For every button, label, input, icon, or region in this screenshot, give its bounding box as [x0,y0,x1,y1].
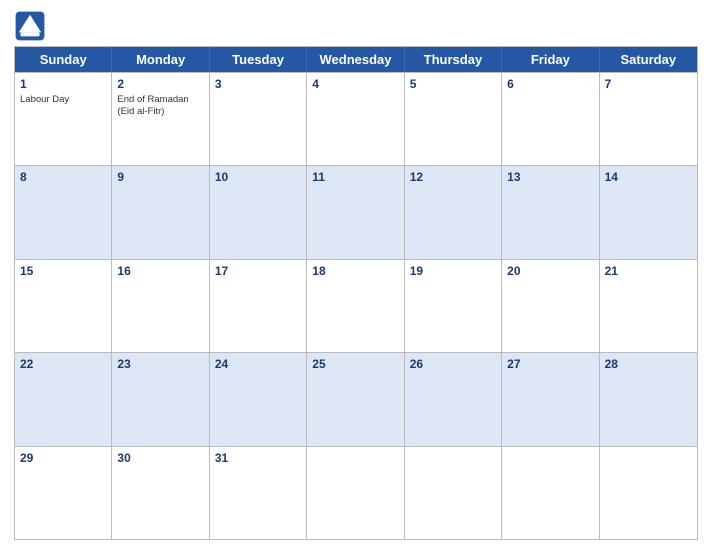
calendar-row-2: 89 10 11 12 13 14 [15,165,697,258]
month-title [50,10,628,12]
cal-cell-22: 22 [15,353,112,445]
day-number: 1 [20,76,106,93]
cal-cell-25: 25 [307,353,404,445]
weekday-header-friday: Friday [502,47,599,72]
cal-cell-23: 23 [112,353,209,445]
cal-cell-3: 3 [210,73,307,165]
cal-cell-4: 4 [307,73,404,165]
day-number: 15 [20,263,106,280]
cal-cell-11: 11 [307,166,404,258]
calendar-row-5: 29 30 31 [15,446,697,539]
weekday-header-monday: Monday [112,47,209,72]
cal-cell-empty [307,447,404,539]
cal-cell-13: 13 [502,166,599,258]
day-number: 21 [605,263,692,280]
cal-cell-9: 9 [112,166,209,258]
day-number: 5 [410,76,496,93]
cal-cell-16: 16 [112,260,209,352]
day-number: 25 [312,356,398,373]
day-number: 30 [117,450,203,467]
cal-cell-1: 1Labour Day [15,73,112,165]
day-number: 20 [507,263,593,280]
cal-cell-27: 27 [502,353,599,445]
day-number: 10 [215,169,301,186]
calendar-row-3: 15 16 17 18 19 20 21 [15,259,697,352]
day-number: 22 [20,356,106,373]
day-number: 18 [312,263,398,280]
cal-cell-7: 7 [600,73,697,165]
cal-cell-30: 30 [112,447,209,539]
day-number: 24 [215,356,301,373]
cal-cell-2: 2End of Ramadan (Eid al-Fitr) [112,73,209,165]
cal-cell-20: 20 [502,260,599,352]
cal-cell-18: 18 [307,260,404,352]
cal-cell-21: 21 [600,260,697,352]
cal-cell-28: 28 [600,353,697,445]
day-number: 17 [215,263,301,280]
day-number: 26 [410,356,496,373]
logo-area [14,10,50,42]
day-number: 27 [507,356,593,373]
day-number: 31 [215,450,301,467]
calendar-header: SundayMondayTuesdayWednesdayThursdayFrid… [15,47,697,72]
day-number: 14 [605,169,692,186]
cal-cell-5: 5 [405,73,502,165]
day-number: 23 [117,356,203,373]
day-number: 9 [117,169,203,186]
calendar-row-4: 22 23 24 25 26 27 28 [15,352,697,445]
day-number: 19 [410,263,496,280]
weekday-header-thursday: Thursday [405,47,502,72]
day-number: 11 [312,169,398,186]
day-number: 16 [117,263,203,280]
cal-cell-26: 26 [405,353,502,445]
cal-cell-15: 15 [15,260,112,352]
weekday-header-saturday: Saturday [600,47,697,72]
calendar-page: SundayMondayTuesdayWednesdayThursdayFrid… [0,0,712,550]
generalblue-logo-icon [14,10,46,42]
weekday-header-sunday: Sunday [15,47,112,72]
day-number: 6 [507,76,593,93]
cal-cell-17: 17 [210,260,307,352]
cal-cell-empty [502,447,599,539]
day-number: 28 [605,356,692,373]
day-number: 12 [410,169,496,186]
cal-cell-empty [600,447,697,539]
day-number: 7 [605,76,692,93]
cal-cell-14: 14 [600,166,697,258]
day-number: 3 [215,76,301,93]
cal-cell-24: 24 [210,353,307,445]
cal-cell-empty [405,447,502,539]
calendar-body: 1Labour Day2End of Ramadan (Eid al-Fitr)… [15,72,697,539]
calendar-row-1: 1Labour Day2End of Ramadan (Eid al-Fitr)… [15,72,697,165]
cal-cell-29: 29 [15,447,112,539]
cal-cell-12: 12 [405,166,502,258]
cal-cell-8: 8 [15,166,112,258]
day-event: Labour Day [20,94,106,106]
cal-cell-31: 31 [210,447,307,539]
weekday-header-wednesday: Wednesday [307,47,404,72]
cal-cell-19: 19 [405,260,502,352]
day-number: 8 [20,169,106,186]
cal-cell-10: 10 [210,166,307,258]
day-event: End of Ramadan (Eid al-Fitr) [117,94,203,119]
day-number: 2 [117,76,203,93]
day-number: 4 [312,76,398,93]
country-label [628,10,698,16]
cal-cell-6: 6 [502,73,599,165]
calendar: SundayMondayTuesdayWednesdayThursdayFrid… [14,46,698,540]
weekday-header-tuesday: Tuesday [210,47,307,72]
top-bar [14,10,698,42]
day-number: 29 [20,450,106,467]
day-number: 13 [507,169,593,186]
